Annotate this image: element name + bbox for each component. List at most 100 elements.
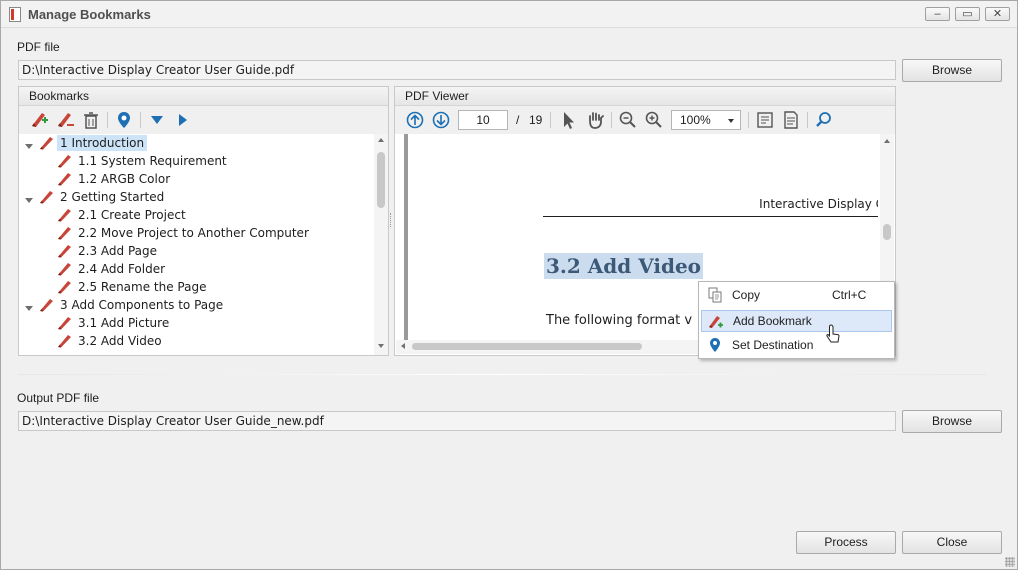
section-divider [18, 374, 986, 375]
collapse-all-icon[interactable] [173, 110, 193, 130]
bookmark-tree-item[interactable]: 1 Introduction [20, 134, 374, 152]
bookmark-tree-item[interactable]: 2.3 Add Page [20, 242, 374, 260]
maximize-button[interactable]: ▭ [955, 7, 980, 21]
total-pages: 19 [529, 113, 543, 127]
bookmark-label: 2.5 Rename the Page [78, 280, 207, 294]
bookmark-tree-item[interactable]: 1.1 System Requirement [20, 152, 374, 170]
bookmark-label: 2.1 Create Project [78, 208, 186, 222]
bookmarks-scroll-thumb[interactable] [377, 152, 385, 208]
location-pin-icon[interactable] [114, 110, 134, 130]
zoom-in-icon[interactable] [644, 110, 664, 130]
toolbar-separator [140, 112, 141, 128]
viewer-hscroll-thumb[interactable] [412, 343, 642, 350]
bookmark-label: 2.2 Move Project to Another Computer [78, 226, 309, 240]
browse-pdf-button[interactable]: Browse [902, 59, 1002, 82]
bookmark-icon [39, 298, 55, 312]
toolbar-separator [550, 112, 551, 128]
bookmark-tree-item[interactable]: 2.5 Rename the Page [20, 278, 374, 296]
bookmark-label: 1.1 System Requirement [78, 154, 227, 168]
toolbar-separator [748, 112, 749, 128]
fit-width-icon[interactable] [781, 110, 801, 130]
tree-expander-icon[interactable] [25, 301, 33, 311]
previous-page-icon[interactable] [405, 110, 425, 130]
toolbar-separator [107, 112, 108, 128]
bookmark-tree-item[interactable]: 2.4 Add Folder [20, 260, 374, 278]
bookmark-label: 2.4 Add Folder [78, 262, 166, 276]
pdf-file-path-field[interactable]: D:\Interactive Display Creator User Guid… [18, 60, 896, 80]
scroll-down-arrow-icon[interactable] [378, 344, 384, 348]
bookmark-tree-item[interactable]: 3.1 Add Picture [20, 314, 374, 332]
add-bookmark-icon[interactable] [29, 110, 49, 130]
bookmark-tree-item[interactable]: 2.1 Create Project [20, 206, 374, 224]
bookmark-label: 3 Add Components to Page [60, 298, 224, 312]
close-button[interactable]: Close [902, 531, 1002, 554]
process-button[interactable]: Process [796, 531, 896, 554]
bookmark-icon [57, 226, 73, 240]
close-window-button[interactable]: ✕ [985, 7, 1010, 21]
bookmark-icon [57, 316, 73, 330]
bookmark-icon [39, 190, 55, 204]
menu-item-label: Add Bookmark [733, 314, 812, 328]
zoom-out-icon[interactable] [618, 110, 638, 130]
panel-splitter[interactable] [390, 213, 392, 227]
viewer-vscroll-thumb[interactable] [883, 224, 891, 240]
pdf-viewer-title: PDF Viewer [395, 87, 895, 106]
document-header-text: Interactive Display Cr [759, 197, 878, 211]
resize-grip[interactable] [1005, 557, 1015, 567]
scroll-up-arrow-icon[interactable] [884, 139, 890, 143]
bookmark-label: 2.3 Add Page [78, 244, 157, 258]
bookmark-tree-item[interactable]: 2.2 Move Project to Another Computer [20, 224, 374, 242]
bookmark-icon [57, 244, 73, 258]
bookmark-icon [57, 280, 73, 294]
bookmark-label: 1.2 ARGB Color [78, 172, 171, 186]
tree-expander-icon[interactable] [25, 139, 33, 149]
minimize-button[interactable]: – [925, 7, 950, 21]
tree-expander-icon[interactable] [25, 193, 33, 203]
page-separator: / [516, 113, 520, 127]
bookmarks-vertical-scrollbar[interactable] [374, 134, 388, 355]
bookmark-icon [57, 334, 73, 348]
bookmark-tree-item[interactable]: 3 Add Components to Page [20, 296, 374, 314]
bookmarks-panel-title: Bookmarks [19, 87, 388, 106]
menu-item-set-destination[interactable]: Set Destination [701, 334, 892, 356]
search-icon[interactable] [814, 110, 834, 130]
pdf-file-label: PDF file [17, 40, 60, 54]
bookmark-label: 2 Getting Started [60, 190, 165, 204]
fit-page-icon[interactable] [755, 110, 775, 130]
trash-icon[interactable] [81, 110, 101, 130]
context-menu: Copy Ctrl+C Add Bookmark Set Destination [698, 281, 895, 359]
browse-output-button[interactable]: Browse [902, 410, 1002, 433]
scroll-up-arrow-icon[interactable] [378, 138, 384, 142]
chevron-down-icon [728, 119, 734, 123]
window-title: Manage Bookmarks [28, 7, 151, 22]
bookmark-icon [57, 154, 73, 168]
document-heading: 3.2 Add Video [544, 253, 704, 279]
location-pin-icon [707, 337, 723, 353]
document-header-rule [543, 216, 878, 217]
output-pdf-file-label: Output PDF file [17, 391, 100, 405]
select-pointer-icon[interactable] [559, 110, 579, 130]
copy-icon [707, 287, 723, 303]
zoom-select[interactable]: 100% [671, 110, 741, 130]
current-page-input[interactable]: 10 [458, 110, 508, 130]
menu-item-add-bookmark[interactable]: Add Bookmark [701, 310, 892, 332]
add-bookmark-icon [708, 314, 724, 330]
menu-item-label: Copy [732, 288, 761, 302]
remove-bookmark-icon[interactable] [55, 110, 75, 130]
scroll-left-arrow-icon[interactable] [401, 343, 405, 349]
bookmark-icon [39, 136, 55, 150]
next-page-icon[interactable] [431, 110, 451, 130]
bookmark-tree-item[interactable]: 3.2 Add Video [20, 332, 374, 350]
pdf-viewer-toolbar: 10 / 19 100% [395, 106, 895, 134]
expand-all-icon[interactable] [147, 110, 167, 130]
toolbar-separator [807, 112, 808, 128]
output-pdf-path-field[interactable]: D:\Interactive Display Creator User Guid… [18, 411, 896, 431]
manage-bookmarks-window: Manage Bookmarks – ▭ ✕ PDF file D:\Inter… [0, 0, 1018, 570]
menu-item-copy[interactable]: Copy Ctrl+C [701, 284, 892, 306]
bookmark-tree-item[interactable]: 2 Getting Started [20, 188, 374, 206]
hand-pan-icon[interactable] [585, 110, 605, 130]
bookmark-tree-item[interactable]: 1.2 ARGB Color [20, 170, 374, 188]
bookmarks-tree[interactable]: 1 Introduction 1.1 System Requirement 1.2 … [20, 134, 374, 352]
bookmark-icon [57, 172, 73, 186]
bookmark-label: 3.1 Add Picture [78, 316, 170, 330]
